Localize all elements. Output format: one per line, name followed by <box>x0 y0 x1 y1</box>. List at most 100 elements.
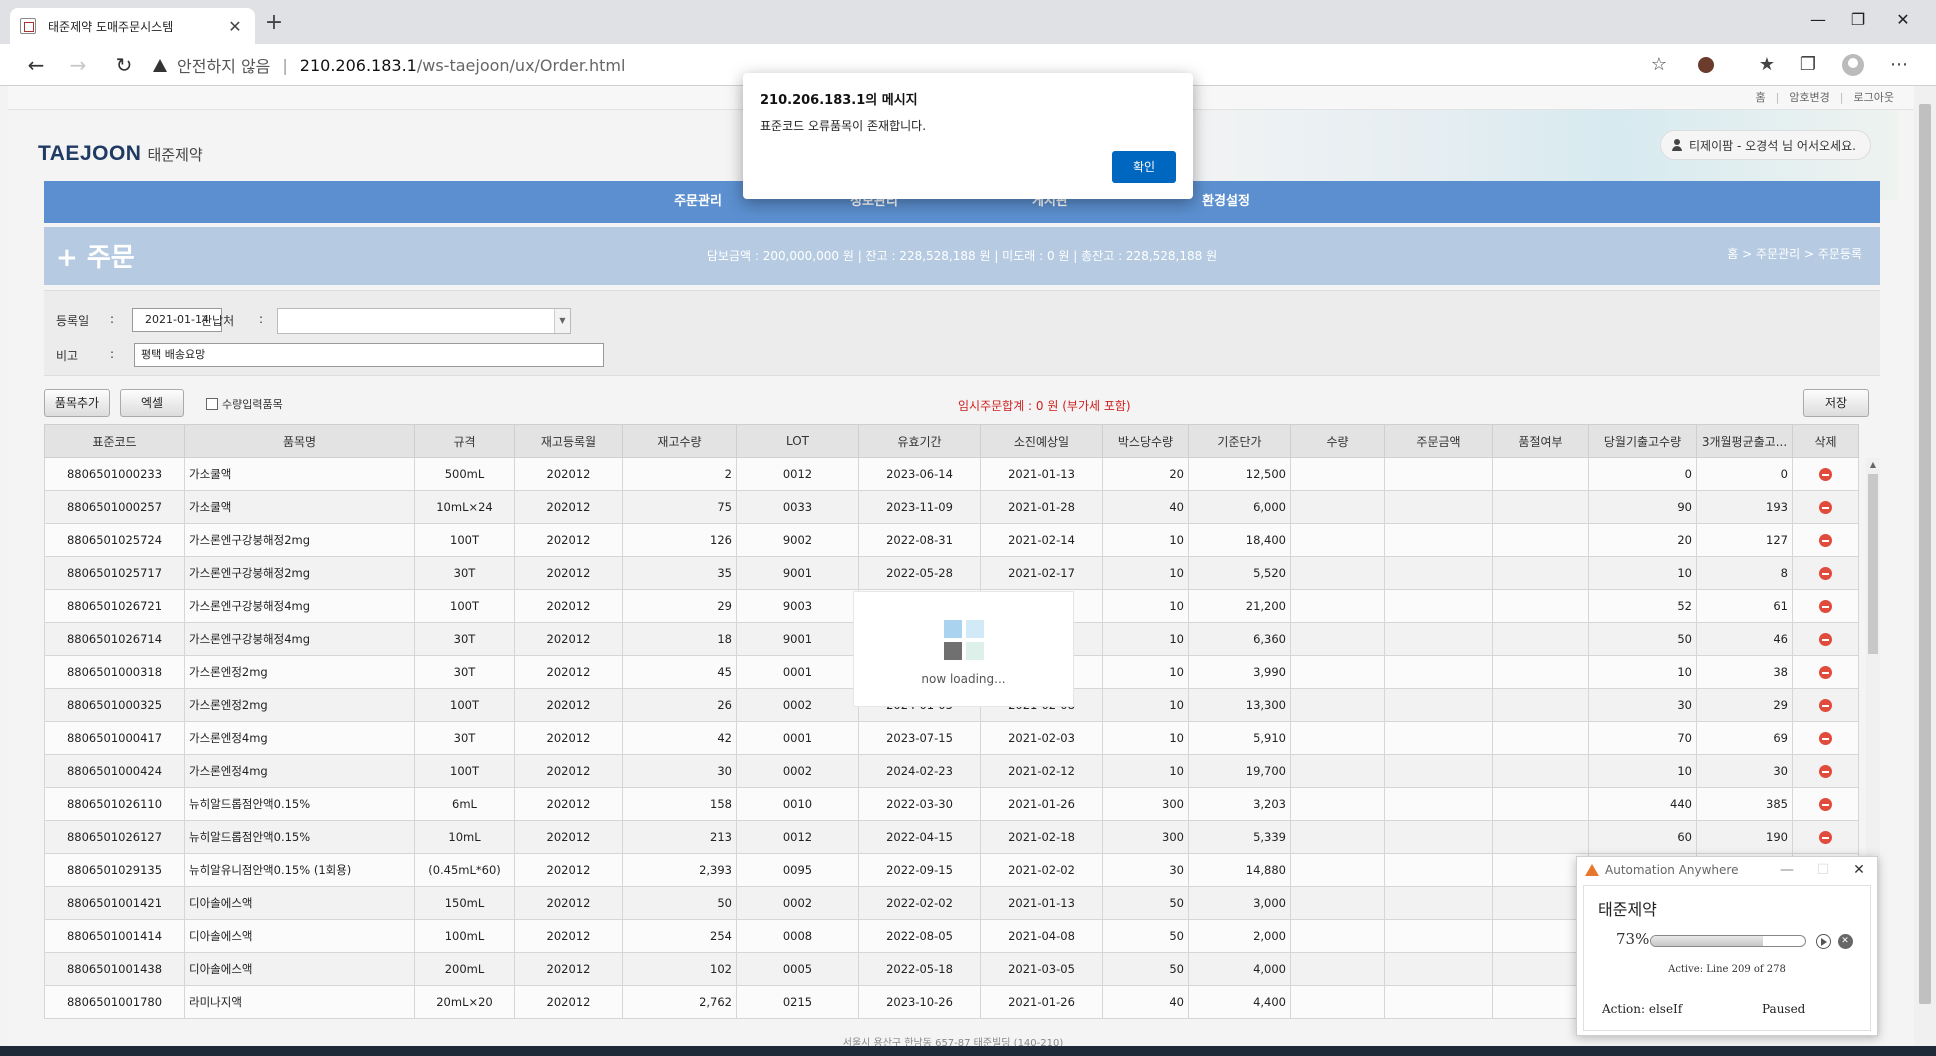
col-header[interactable]: 주문금액 <box>1384 424 1493 458</box>
aa-minimize-button[interactable]: — <box>1769 862 1805 878</box>
table-row[interactable]: 8806501026110 뉴히알드롭점안액0.15% 6mL 202012 158 00… <box>44 787 1859 821</box>
window-maximize-button[interactable]: ❐ <box>1835 10 1881 29</box>
delete-row-icon[interactable] <box>1819 831 1832 844</box>
table-cell[interactable] <box>1290 457 1385 491</box>
col-header[interactable]: 품목명 <box>184 424 415 458</box>
table-cell[interactable] <box>1290 754 1385 788</box>
table-cell[interactable] <box>1290 985 1385 1019</box>
col-header[interactable]: 표준코드 <box>44 424 185 458</box>
col-header[interactable]: 당월기출고수량 <box>1588 424 1697 458</box>
delete-row-icon[interactable] <box>1819 501 1832 514</box>
table-cell[interactable] <box>1290 556 1385 590</box>
tab-close-icon[interactable]: ✕ <box>225 17 245 36</box>
table-cell[interactable] <box>1290 952 1385 986</box>
scroll-up-icon[interactable]: ▲ <box>1866 458 1880 472</box>
col-header[interactable]: 3개월평균출고... <box>1696 424 1793 458</box>
company-logo[interactable]: TAEJOON 태준제약 <box>38 142 203 166</box>
delete-cell[interactable] <box>1792 655 1859 689</box>
browser-tab-active[interactable]: 태준제약 도매주문시스템 ✕ <box>10 8 255 44</box>
table-cell[interactable] <box>1290 688 1385 722</box>
delete-cell[interactable] <box>1792 721 1859 755</box>
delete-row-icon[interactable] <box>1819 534 1832 547</box>
delete-row-icon[interactable] <box>1819 765 1832 778</box>
collections-icon[interactable]: ❐ <box>1796 54 1820 76</box>
delete-cell[interactable] <box>1792 523 1859 557</box>
table-cell[interactable] <box>1290 490 1385 524</box>
delete-row-icon[interactable] <box>1819 600 1832 613</box>
table-cell[interactable] <box>1290 622 1385 656</box>
favorites-icon[interactable]: ★ <box>1755 54 1779 76</box>
col-header[interactable]: 박스당수량 <box>1102 424 1189 458</box>
add-item-button[interactable]: 품목추가 <box>44 389 110 417</box>
top-link-home[interactable]: 홈 <box>1755 89 1765 105</box>
aa-titlebar[interactable]: Automation Anywhere — ☐ ✕ <box>1577 857 1877 883</box>
delete-cell[interactable] <box>1792 457 1859 491</box>
delete-row-icon[interactable] <box>1819 567 1832 580</box>
table-cell[interactable] <box>1290 721 1385 755</box>
chevron-down-icon[interactable]: ▼ <box>554 309 570 333</box>
excel-button[interactable]: 엑셀 <box>120 389 184 417</box>
table-row[interactable]: 8806501025717 가스론엔구강붕해정2mg 30T 202012 35 9001… <box>44 556 1859 590</box>
page-scrollbar[interactable] <box>1914 86 1936 1046</box>
window-close-button[interactable]: ✕ <box>1880 10 1926 29</box>
top-link-logout[interactable]: 로그아웃 <box>1854 89 1894 105</box>
delete-cell[interactable] <box>1792 754 1859 788</box>
alert-ok-button[interactable]: 확인 <box>1112 151 1176 183</box>
aa-play-icon[interactable] <box>1816 934 1831 949</box>
col-header[interactable]: 수량 <box>1290 424 1385 458</box>
delete-row-icon[interactable] <box>1819 732 1832 745</box>
qty-input-filter[interactable]: 수량입력품목 <box>206 396 283 412</box>
reload-icon[interactable]: ↻ <box>108 52 140 78</box>
aa-close-button[interactable]: ✕ <box>1841 862 1877 878</box>
delete-row-icon[interactable] <box>1819 633 1832 646</box>
delete-row-icon[interactable] <box>1819 468 1832 481</box>
col-header[interactable]: 품절여부 <box>1492 424 1589 458</box>
delete-row-icon[interactable] <box>1819 699 1832 712</box>
delete-cell[interactable] <box>1792 787 1859 821</box>
delete-row-icon[interactable] <box>1819 666 1832 679</box>
aa-maximize-button[interactable]: ☐ <box>1805 862 1841 878</box>
top-link-change-password[interactable]: 암호변경 <box>1789 89 1829 105</box>
table-cell[interactable] <box>1290 853 1385 887</box>
delete-row-icon[interactable] <box>1819 798 1832 811</box>
delete-cell[interactable] <box>1792 622 1859 656</box>
qty-input-checkbox[interactable] <box>206 398 218 410</box>
col-header[interactable]: 재고수량 <box>622 424 737 458</box>
delivery-select[interactable]: ▼ <box>277 308 571 334</box>
back-arrow-icon[interactable]: ← <box>20 52 52 78</box>
profile-avatar-icon[interactable] <box>1841 54 1865 76</box>
delete-cell[interactable] <box>1792 556 1859 590</box>
insecure-label[interactable]: 안전하지 않음 <box>177 53 270 77</box>
grid-scroll-thumb[interactable] <box>1868 474 1878 654</box>
new-tab-button[interactable]: + <box>262 12 286 34</box>
table-cell[interactable] <box>1290 655 1385 689</box>
table-cell[interactable] <box>1290 787 1385 821</box>
col-header[interactable]: 재고등록월 <box>514 424 623 458</box>
table-row[interactable]: 8806501026127 뉴히알드롭점안액0.15% 10mL 202012 213 0… <box>44 820 1859 854</box>
delete-cell[interactable] <box>1792 688 1859 722</box>
extension-icon[interactable] <box>1694 54 1718 76</box>
aa-stop-icon[interactable] <box>1838 934 1853 949</box>
table-cell[interactable] <box>1290 589 1385 623</box>
table-cell[interactable] <box>1290 523 1385 557</box>
delete-cell[interactable] <box>1792 490 1859 524</box>
more-menu-icon[interactable]: ⋯ <box>1887 54 1911 76</box>
page-scroll-thumb[interactable] <box>1919 104 1931 1004</box>
col-header[interactable]: 유효기간 <box>858 424 981 458</box>
table-row[interactable]: 8806501025724 가스론엔구강붕해정2mg 100T 202012 126 90… <box>44 523 1859 557</box>
table-row[interactable]: 8806501000424 가스론엔정4mg 100T 202012 30 0002 202… <box>44 754 1859 788</box>
col-header[interactable]: 규격 <box>414 424 515 458</box>
col-header[interactable]: 소진예상일 <box>980 424 1103 458</box>
table-row[interactable]: 8806501000233 가소쿨액 500mL 202012 2 0012 2023-06… <box>44 457 1859 491</box>
delete-cell[interactable] <box>1792 589 1859 623</box>
note-input[interactable]: 평택 배송요망 <box>134 343 604 367</box>
col-header[interactable]: 삭제 <box>1792 424 1859 458</box>
delete-cell[interactable] <box>1792 820 1859 854</box>
col-header[interactable]: LOT <box>736 424 859 458</box>
table-cell[interactable] <box>1290 919 1385 953</box>
col-header[interactable]: 기준단가 <box>1188 424 1291 458</box>
table-cell[interactable] <box>1290 886 1385 920</box>
forward-arrow-icon[interactable]: → <box>62 52 94 78</box>
save-button[interactable]: 저장 <box>1803 389 1869 417</box>
table-cell[interactable] <box>1290 820 1385 854</box>
